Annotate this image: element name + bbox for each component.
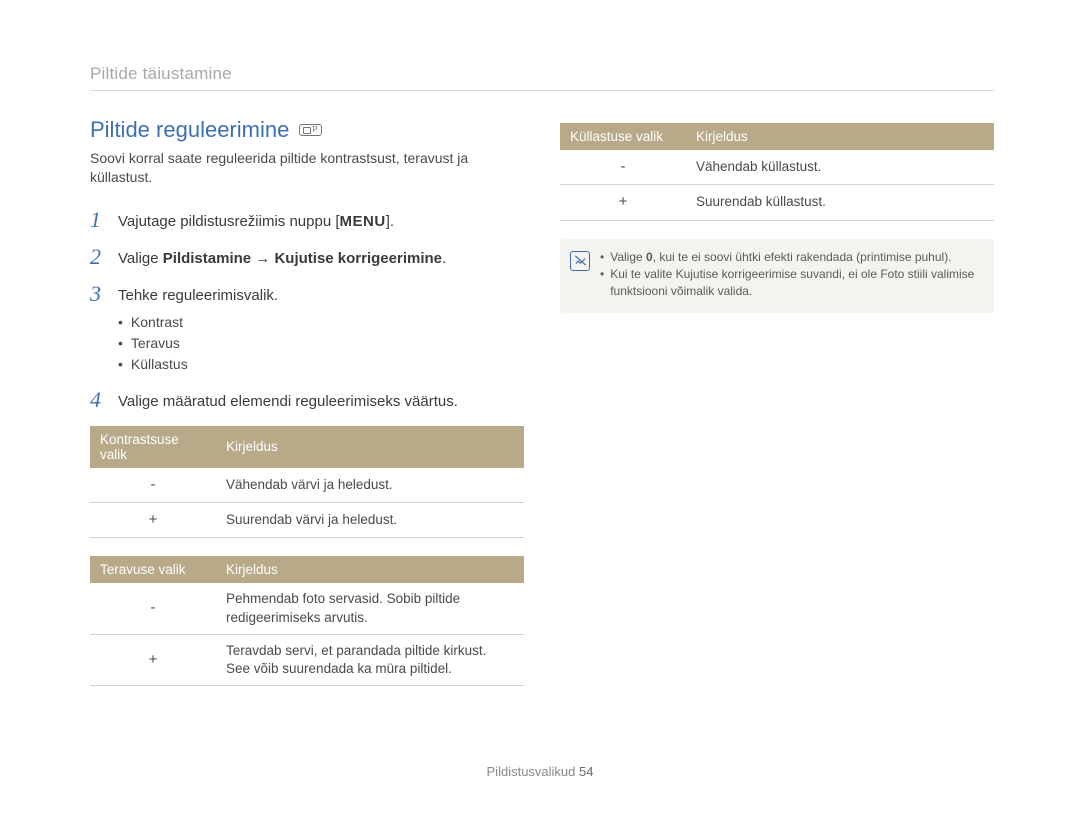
table-cell: Pehmendab foto servasid. Sobib piltide r… bbox=[216, 583, 524, 634]
step-number: 1 bbox=[90, 209, 106, 232]
saturation-table: Küllastuse valik Kirjeldus - Vähendab kü… bbox=[560, 123, 994, 221]
page-number: 54 bbox=[579, 764, 593, 779]
step-3: 3 Tehke reguleerimisvalik. Kontrast Tera… bbox=[90, 283, 524, 375]
footer-label: Pildistusvalikud bbox=[487, 764, 576, 779]
step-2: 2 Valige Pildistamine → Kujutise korrige… bbox=[90, 246, 524, 269]
breadcrumb: Piltide täiustamine bbox=[90, 64, 994, 91]
menu-key-label: MENU bbox=[340, 211, 386, 232]
sharpness-table: Teravuse valik Kirjeldus - Pehmendab fot… bbox=[90, 556, 524, 686]
intro-text: Soovi korral saate reguleerida piltide k… bbox=[90, 149, 524, 187]
step-text: ]. bbox=[386, 213, 394, 230]
table-cell: Teravdab servi, et parandada piltide kir… bbox=[216, 634, 524, 685]
table-header: Kirjeldus bbox=[216, 556, 524, 583]
table-header: Kirjeldus bbox=[686, 123, 994, 150]
camera-mode-icon: P bbox=[299, 124, 321, 136]
step-bold-text: Pildistamine → Kujutise korrigeerimine bbox=[163, 250, 442, 267]
section-title: Piltide reguleerimine P bbox=[90, 117, 524, 143]
contrast-table: Kontrastsuse valik Kirjeldus - Vähendab … bbox=[90, 426, 524, 539]
table-cell: + bbox=[90, 503, 216, 538]
step-text: . bbox=[442, 250, 446, 267]
step-text: Valige määratud elemendi reguleerimiseks… bbox=[118, 389, 458, 412]
bullet-item: Küllastus bbox=[118, 354, 278, 375]
step-number: 2 bbox=[90, 246, 106, 269]
table-cell: + bbox=[90, 634, 216, 685]
table-cell: Suurendab küllastust. bbox=[686, 185, 994, 220]
table-header: Kontrastsuse valik bbox=[90, 426, 216, 468]
step-text: Vajutage pildistusrežiimis nuppu [ bbox=[118, 213, 340, 230]
table-cell: - bbox=[90, 468, 216, 503]
note-list: Valige 0, kui te ei soovi ühtki efekti r… bbox=[600, 249, 980, 301]
bullet-item: Teravus bbox=[118, 333, 278, 354]
table-row: - Pehmendab foto servasid. Sobib piltide… bbox=[90, 583, 524, 634]
table-cell: + bbox=[560, 185, 686, 220]
table-row: - Vähendab värvi ja heledust. bbox=[90, 468, 524, 503]
note-item: Kui te valite Kujutise korrigeerimise su… bbox=[600, 266, 980, 301]
steps-list: 1 Vajutage pildistusrežiimis nuppu [MENU… bbox=[90, 209, 524, 412]
step-number: 4 bbox=[90, 389, 106, 412]
table-cell: - bbox=[560, 150, 686, 185]
table-cell: Vähendab värvi ja heledust. bbox=[216, 468, 524, 503]
step-4: 4 Valige määratud elemendi reguleerimise… bbox=[90, 389, 524, 412]
left-column: Piltide reguleerimine P Soovi korral saa… bbox=[90, 117, 524, 704]
step-text: Valige bbox=[118, 250, 163, 267]
step-text: Tehke reguleerimisvalik. bbox=[118, 287, 278, 304]
bullet-item: Kontrast bbox=[118, 312, 278, 333]
step-1: 1 Vajutage pildistusrežiimis nuppu [MENU… bbox=[90, 209, 524, 232]
right-column: Küllastuse valik Kirjeldus - Vähendab kü… bbox=[560, 117, 994, 704]
note-icon bbox=[570, 251, 590, 271]
section-title-text: Piltide reguleerimine bbox=[90, 117, 289, 143]
step-number: 3 bbox=[90, 283, 106, 375]
note-box: Valige 0, kui te ei soovi ühtki efekti r… bbox=[560, 239, 994, 313]
table-row: - Vähendab küllastust. bbox=[560, 150, 994, 185]
step-3-bullets: Kontrast Teravus Küllastus bbox=[118, 312, 278, 375]
table-cell: Suurendab värvi ja heledust. bbox=[216, 503, 524, 538]
table-cell: - bbox=[90, 583, 216, 634]
table-header: Kirjeldus bbox=[216, 426, 524, 468]
table-row: + Suurendab küllastust. bbox=[560, 185, 994, 220]
table-row: + Suurendab värvi ja heledust. bbox=[90, 503, 524, 538]
page-footer: Pildistusvalikud 54 bbox=[0, 764, 1080, 779]
note-item: Valige 0, kui te ei soovi ühtki efekti r… bbox=[600, 249, 980, 266]
table-header: Teravuse valik bbox=[90, 556, 216, 583]
table-row: + Teravdab servi, et parandada piltide k… bbox=[90, 634, 524, 685]
table-header: Küllastuse valik bbox=[560, 123, 686, 150]
table-cell: Vähendab küllastust. bbox=[686, 150, 994, 185]
